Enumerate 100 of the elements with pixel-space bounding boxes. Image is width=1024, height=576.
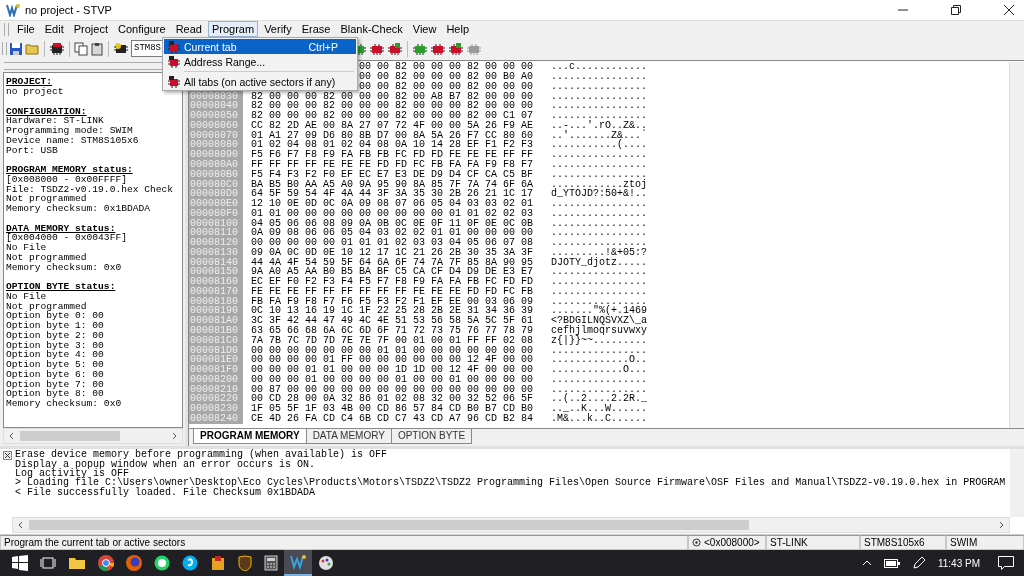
info-line: File: TSDZ2-v0.19.0.hex Check bbox=[6, 184, 173, 195]
info-line: Memory checksum: 0x0 bbox=[6, 262, 122, 273]
menu-item[interactable]: Program bbox=[207, 21, 259, 38]
address-cell: 000080A0 bbox=[189, 160, 243, 170]
menu-item[interactable]: View bbox=[408, 21, 441, 38]
info-line: Not programmed bbox=[6, 301, 87, 312]
menu-item[interactable]: Configure bbox=[113, 21, 170, 38]
info-line: Port: USB bbox=[6, 145, 58, 156]
chat-icon[interactable] bbox=[182, 555, 198, 571]
menu-item[interactable]: Project bbox=[69, 21, 112, 38]
copy-icon[interactable] bbox=[74, 41, 88, 56]
log-line: Display a popup window when an error occurs is ON. bbox=[15, 459, 316, 469]
menu-item[interactable]: Blank-Check bbox=[336, 21, 407, 38]
chip-icon[interactable] bbox=[113, 41, 129, 56]
info-line: Option byte 4: 00 bbox=[6, 350, 104, 361]
menu-item[interactable]: Edit bbox=[40, 21, 68, 38]
address-cell: 00008120 bbox=[189, 238, 243, 248]
info-line: No File bbox=[6, 291, 47, 302]
hex-bytes: 3C 3F 42 44 47 49 4C 4E 51 53 56 58 5A 5C 5F 61 bbox=[251, 316, 534, 326]
menu-item[interactable]: File bbox=[13, 21, 39, 38]
menu-item[interactable]: Erase bbox=[297, 21, 335, 38]
tab[interactable]: OPTION BYTE bbox=[390, 429, 473, 445]
address-cell: 000080D0 bbox=[189, 189, 243, 200]
chip-icon bbox=[167, 40, 181, 53]
status-hardware: ST-LINK bbox=[766, 535, 860, 550]
address-cell: 00008030 bbox=[189, 91, 243, 102]
browser-icon[interactable] bbox=[98, 555, 114, 571]
ascii-text: ................ bbox=[551, 160, 648, 170]
pen-icon[interactable] bbox=[911, 556, 926, 570]
hex-bytes: 01 01 00 00 00 00 00 00 00 00 00 01 01 02 02 03 bbox=[251, 208, 534, 219]
hex-bytes: 00 00 00 00 00 01 01 01 02 03 03 04 05 06 07 08 bbox=[251, 238, 534, 248]
tab[interactable]: DATA MEMORY bbox=[305, 429, 392, 445]
clock-time[interactable]: 11:43 PM bbox=[937, 557, 980, 569]
hex-bytes: FF FF FF FF FE FE FE FD FD FC FB FA FA F9 F8 F7 bbox=[251, 160, 534, 170]
ascii-text: ................ bbox=[551, 101, 648, 112]
address-cell: 00008080 bbox=[189, 140, 243, 151]
ascii-text: DJOTY_djotz..... bbox=[551, 257, 648, 268]
app-icon[interactable] bbox=[290, 554, 306, 570]
app-icon[interactable] bbox=[210, 555, 226, 571]
windows-start-icon[interactable] bbox=[12, 555, 28, 571]
ascii-text: ................ bbox=[551, 277, 648, 287]
hex-bytes: 82 00 00 00 82 00 00 00 82 00 00 00 82 00 C1 07 bbox=[251, 111, 534, 121]
ascii-text: ................ bbox=[551, 286, 648, 297]
section-heading: PROGRAM MEMORY status: bbox=[6, 165, 133, 175]
save-icon[interactable] bbox=[9, 41, 23, 56]
hex-bytes: 04 05 06 06 08 09 0A 0B 0C 0E 0F 11 0F 0E 0C 0B bbox=[251, 218, 534, 229]
vertical-scrollbar[interactable] bbox=[1010, 449, 1024, 518]
menu-item[interactable]: Verify bbox=[260, 21, 296, 38]
address-cell: 00008240 bbox=[189, 413, 243, 424]
chat-icon[interactable] bbox=[154, 555, 170, 571]
ascii-text: ................ bbox=[551, 72, 648, 82]
chevron-up-icon[interactable] bbox=[861, 560, 872, 566]
target-icon bbox=[692, 538, 701, 548]
log-line: Erase device memory before programming (when available) is OFF bbox=[15, 450, 389, 460]
restore-icon[interactable] bbox=[951, 4, 961, 15]
hex-bytes: 01 02 04 08 01 02 04 08 0A 10 14 28 EF F1 F2 F3 bbox=[251, 140, 534, 151]
ascii-text: ............O... bbox=[551, 365, 648, 375]
battery-icon[interactable] bbox=[883, 558, 900, 568]
address-cell: 00008040 bbox=[189, 101, 243, 112]
hex-bytes: BA B5 B0 AA A5 A0 9A 95 90 8A 85 7F 7A 74 6F 6A bbox=[251, 179, 534, 190]
menu-item[interactable]: Help bbox=[442, 21, 474, 38]
horizontal-scrollbar[interactable] bbox=[12, 517, 1010, 534]
menu-item[interactable]: Read bbox=[171, 21, 206, 38]
tab[interactable]: PROGRAM MEMORY bbox=[193, 429, 307, 445]
paint-icon[interactable] bbox=[318, 555, 334, 571]
info-line: Memory checksum: 0x0 bbox=[6, 399, 122, 409]
address-cell: 000081C0 bbox=[189, 335, 243, 346]
device-dropdown[interactable]: STM8S bbox=[131, 40, 165, 58]
info-line: Memory checksum: 0x1BDADA bbox=[6, 204, 150, 214]
app-icon bbox=[6, 2, 20, 17]
hex-bytes: 63 65 66 68 6A 6C 6D 6F 71 72 73 75 76 77 78 79 bbox=[251, 326, 534, 336]
folder-icon[interactable] bbox=[68, 556, 86, 570]
shield-icon[interactable] bbox=[238, 555, 252, 571]
chip-icon[interactable] bbox=[49, 41, 65, 56]
hex-bytes: 00 00 00 01 00 00 00 00 01 00 00 01 00 00 00 00 bbox=[251, 374, 534, 385]
menu-option[interactable]: Current tab Ctrl+P bbox=[164, 39, 356, 54]
menu-option[interactable]: Address Range... bbox=[164, 54, 356, 69]
address-cell: 00008200 bbox=[189, 374, 243, 385]
address-cell: 000081F0 bbox=[189, 365, 243, 375]
info-line: no project bbox=[6, 87, 64, 97]
hex-bytes: 00 00 00 00 01 FF 00 00 00 00 00 00 12 4F 00 00 bbox=[251, 355, 534, 366]
ascii-text: ................ bbox=[551, 169, 648, 180]
menu-option[interactable]: All tabs (on active sectors if any) bbox=[164, 74, 356, 89]
hex-bytes: F5 F6 F7 F8 F9 FA FB FB FC FD FD FE FE FE FF FF bbox=[251, 150, 534, 160]
calculator-icon[interactable] bbox=[264, 555, 278, 571]
hex-bytes: 0C 10 13 16 19 1C 1F 22 25 28 2B 2E 31 34 36 39 bbox=[251, 306, 534, 317]
vertical-scrollbar[interactable] bbox=[1009, 62, 1024, 429]
status-device: STM8S105x6 bbox=[860, 535, 946, 550]
paste-icon[interactable] bbox=[90, 41, 104, 56]
close-icon[interactable] bbox=[1004, 4, 1014, 15]
close-icon[interactable] bbox=[3, 451, 12, 461]
ascii-text: ................ bbox=[551, 228, 648, 239]
ascii-text: z{|}}~~......... bbox=[551, 335, 648, 346]
ascii-text: ...........(.... bbox=[551, 140, 648, 151]
task-view-icon[interactable] bbox=[40, 556, 56, 570]
notification-icon[interactable] bbox=[998, 556, 1014, 570]
horizontal-scrollbar[interactable] bbox=[3, 428, 183, 445]
address-cell: 00008190 bbox=[189, 306, 243, 317]
hex-bytes: 9A A0 A5 AA B0 B5 BA BF C5 CA CF D4 D9 DE E3 E7 bbox=[251, 267, 534, 278]
ascii-text: .._..K...W...... bbox=[551, 404, 648, 414]
